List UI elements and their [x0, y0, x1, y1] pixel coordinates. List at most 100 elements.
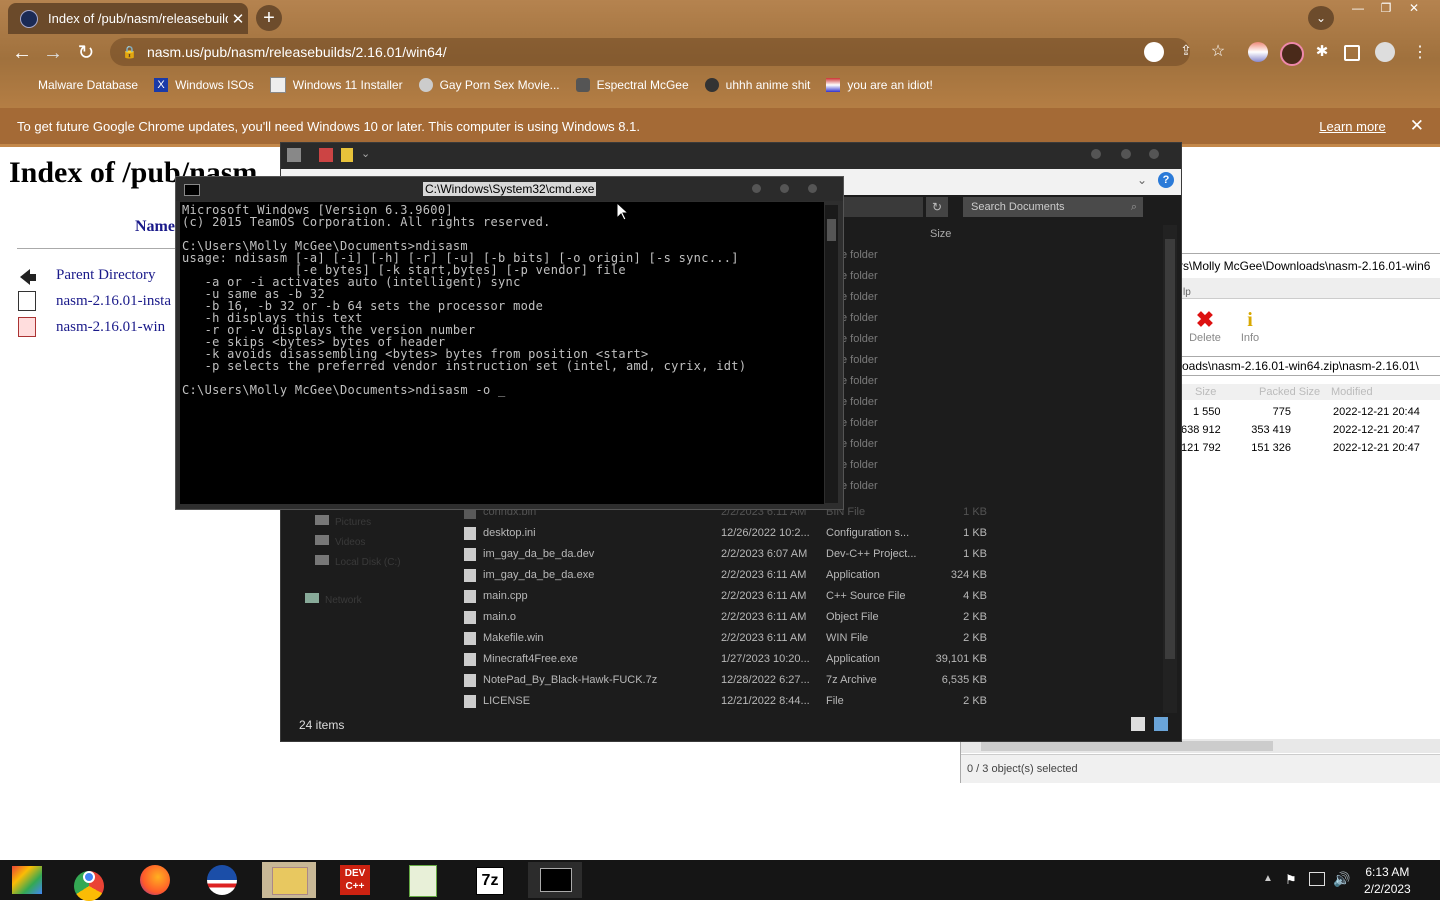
cmd-scroll-thumb[interactable]: [827, 219, 836, 241]
file-row[interactable]: desktop.ini 12/26/2022 10:2... Configurati…: [461, 524, 1001, 545]
taskbar-chrome-button[interactable]: [62, 862, 116, 901]
table-row[interactable]: 638 912 353 419 2022-12-21 20:47: [1179, 424, 1440, 442]
new-folder-icon[interactable]: [341, 148, 353, 162]
quick-access-dropdown-icon[interactable]: ⌄: [361, 147, 370, 160]
cmd-console[interactable]: Microsoft Windows [Version 6.3.9600] (c)…: [180, 202, 824, 504]
system-clock[interactable]: 6:13 AM 2/2/2023: [1364, 864, 1411, 898]
help-icon[interactable]: ?: [1158, 172, 1174, 188]
file-name: im_gay_da_be_da.dev: [483, 548, 595, 560]
cmd-close-button[interactable]: [808, 184, 817, 193]
properties-icon[interactable]: [319, 148, 333, 162]
restore-button[interactable]: ❐: [1372, 0, 1400, 18]
minimize-button[interactable]: —: [1344, 0, 1372, 18]
nav-item-network[interactable]: Network: [305, 593, 401, 613]
share-icon[interactable]: ⇪: [1176, 42, 1196, 62]
table-row[interactable]: 121 792 151 326 2022-12-21 20:47: [1179, 442, 1440, 460]
cmd-icon: [540, 868, 572, 892]
reload-button[interactable]: ↻: [73, 40, 99, 66]
packed-size-column-header[interactable]: Packed Size: [1259, 386, 1320, 398]
extensions-puzzle-icon[interactable]: ✱: [1312, 42, 1332, 62]
taskbar-obama-button[interactable]: [195, 862, 249, 898]
explorer-minimize-button[interactable]: [1091, 149, 1101, 159]
file-icon: [464, 653, 476, 666]
learn-more-link[interactable]: Learn more: [1319, 119, 1385, 134]
archive-path-field[interactable]: oads\nasm-2.16.01-win64.zip\nasm-2.16.01…: [1179, 356, 1440, 376]
name-column-header[interactable]: Name: [135, 218, 175, 236]
close-window-button[interactable]: ✕: [1400, 0, 1428, 18]
size-column-header[interactable]: Size: [930, 228, 951, 240]
profile-avatar-icon[interactable]: [1375, 42, 1395, 62]
installer-link[interactable]: nasm-2.16.01-insta: [56, 293, 171, 310]
network-tray-icon[interactable]: [1309, 872, 1325, 886]
address-field[interactable]: [841, 197, 923, 217]
expand-ribbon-icon[interactable]: ⌄: [1137, 173, 1147, 187]
google-lens-icon[interactable]: [1144, 42, 1164, 62]
nav-item-videos[interactable]: Videos: [315, 535, 401, 555]
taskbar-firefox-button[interactable]: [128, 862, 182, 898]
extension-flag-icon[interactable]: [1248, 42, 1268, 62]
address-bar[interactable]: 🔒 nasm.us/pub/nasm/releasebuilds/2.16.01…: [110, 38, 1190, 66]
taskbar-explorer-button[interactable]: [262, 862, 316, 898]
explorer-close-button[interactable]: [1149, 149, 1159, 159]
cmd-maximize-button[interactable]: [780, 184, 789, 193]
file-row[interactable]: LICENSE 12/21/2022 8:44... File 2 KB: [461, 692, 1001, 713]
close-infobar-icon[interactable]: ✕: [1410, 116, 1424, 136]
explorer-maximize-button[interactable]: [1121, 149, 1131, 159]
file-row[interactable]: im_gay_da_be_da.exe 2/2/2023 6:11 AM Appli…: [461, 566, 1001, 587]
search-input[interactable]: Search Documents ⌕: [963, 197, 1143, 217]
tab-title: Index of /pub/nasm/releasebuild: [48, 11, 228, 26]
flag-icon: [826, 78, 841, 92]
zip-link[interactable]: nasm-2.16.01-win: [56, 319, 165, 336]
file-row[interactable]: Makefile.win 2/2/2023 6:11 AM WIN File 2 KB: [461, 629, 1001, 650]
cmd-minimize-button[interactable]: [752, 184, 761, 193]
file-row[interactable]: im_gay_da_be_da.dev 2/2/2023 6:07 AM Dev-C…: [461, 545, 1001, 566]
delete-button[interactable]: ✖ Delete: [1187, 308, 1223, 345]
refresh-icon[interactable]: ↻: [926, 197, 948, 217]
forward-button[interactable]: →: [40, 40, 66, 66]
scrollbar-thumb[interactable]: [1165, 239, 1175, 659]
nav-item-local-disk[interactable]: Local Disk (C:): [315, 555, 401, 593]
file-row[interactable]: main.cpp 2/2/2023 6:11 AM C++ Source File 4…: [461, 587, 1001, 608]
new-tab-button[interactable]: +: [256, 5, 282, 31]
size-column-header[interactable]: Size: [1195, 386, 1216, 398]
taskbar-google-button[interactable]: [6, 862, 60, 898]
file-type: Object File: [826, 611, 879, 623]
search-icon[interactable]: ⌕: [1131, 197, 1137, 217]
browser-tab[interactable]: Index of /pub/nasm/releasebuild ✕: [8, 3, 248, 34]
side-panel-icon[interactable]: [1344, 45, 1360, 61]
close-tab-icon[interactable]: ✕: [228, 10, 248, 28]
menu-kebab-icon[interactable]: ⋮: [1410, 42, 1430, 62]
bookmark-malware-database[interactable]: Malware Database: [38, 78, 138, 92]
bookmark-you-are-an-idiot[interactable]: you are an idiot!: [826, 78, 933, 92]
table-row[interactable]: 1 550 775 2022-12-21 20:44: [1179, 406, 1440, 424]
sevenzip-path: rs\Molly McGee\Downloads\nasm-2.16.01-wi…: [1179, 259, 1431, 273]
bookmark-star-icon[interactable]: ☆: [1208, 42, 1228, 62]
nav-item-pictures[interactable]: Pictures: [315, 515, 401, 535]
modified-column-header[interactable]: Modified: [1331, 386, 1373, 398]
bookmark-windows-isos[interactable]: X Windows ISOs: [154, 78, 254, 92]
file-row[interactable]: Minecraft4Free.exe 1/27/2023 10:20... Appl…: [461, 650, 1001, 671]
details-view-icon[interactable]: [1131, 717, 1145, 731]
large-icons-view-icon[interactable]: [1154, 717, 1168, 731]
bookmark-movie[interactable]: Gay Porn Sex Movie...: [418, 78, 560, 92]
action-center-flag-icon[interactable]: ⚑: [1285, 872, 1297, 888]
extension-avatar-icon[interactable]: [1280, 42, 1304, 66]
file-row[interactable]: main.o 2/2/2023 6:11 AM Object File 2 KB: [461, 608, 1001, 629]
parent-directory-link[interactable]: Parent Directory: [56, 267, 156, 284]
info-button[interactable]: i Info: [1235, 308, 1265, 344]
lock-icon[interactable]: 🔒: [122, 45, 137, 59]
taskbar-notepadpp-button[interactable]: [395, 862, 449, 898]
back-button[interactable]: ←: [9, 40, 35, 66]
file-row[interactable]: NotePad_By_Black-Hawk-FUCK.7z 12/28/2022 …: [461, 671, 1001, 692]
bookmark-anime[interactable]: uhhh anime shit: [704, 78, 810, 92]
cmd-scrollbar[interactable]: [825, 205, 838, 503]
help-menu[interactable]: lp: [1183, 287, 1191, 298]
bookmark-windows-11-installer[interactable]: Windows 11 Installer: [269, 77, 403, 93]
bookmark-espectral-mcgee[interactable]: Espectral McGee: [575, 78, 689, 92]
taskbar-devcpp-button[interactable]: DEV C++: [328, 862, 382, 898]
taskbar-cmd-button[interactable]: [528, 862, 582, 898]
tab-search-button[interactable]: ⌄: [1308, 6, 1334, 30]
show-hidden-icons[interactable]: ▲: [1263, 873, 1273, 884]
volume-icon[interactable]: 🔊: [1333, 871, 1350, 888]
taskbar-7zip-button[interactable]: 7z: [462, 862, 516, 898]
